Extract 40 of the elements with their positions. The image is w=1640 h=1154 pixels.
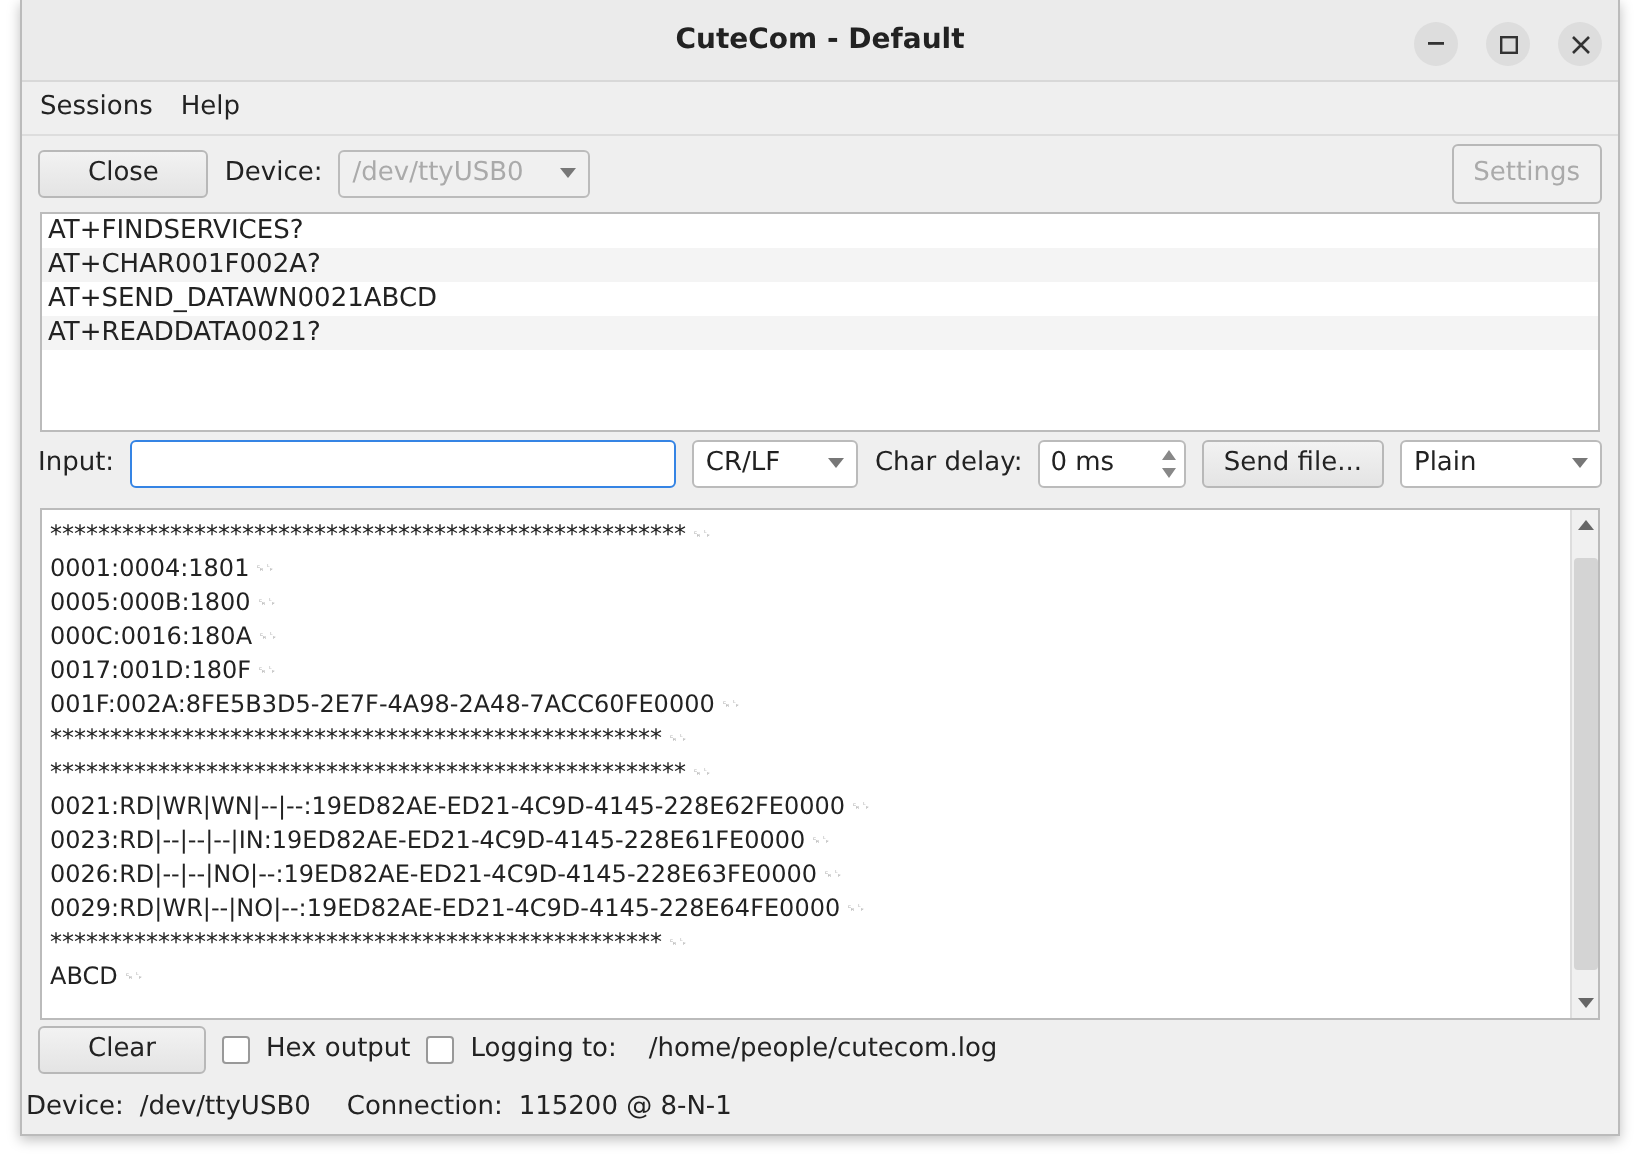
char-delay-label: Char delay:	[874, 446, 1023, 483]
char-delay-spinbox[interactable]: 0 ms	[1038, 439, 1186, 488]
scrollbar[interactable]	[1570, 509, 1598, 1017]
checkbox-label: Logging to:	[470, 1031, 617, 1068]
close-button[interactable]: Close	[38, 149, 209, 197]
history-item[interactable]: AT+SEND_DATAWN0021ABCD	[42, 281, 1598, 315]
caret-icon	[1572, 458, 1588, 469]
format-dropdown[interactable]: Plain	[1399, 439, 1602, 488]
logging-checkbox[interactable]	[426, 1035, 455, 1063]
close-window-button[interactable]	[1558, 22, 1602, 66]
menu-item[interactable]: Help	[180, 88, 241, 127]
menu-item[interactable]: Sessions	[40, 88, 153, 127]
scroll-up-icon[interactable]	[1577, 517, 1593, 530]
history-item[interactable]: AT+READDATA0021?	[42, 315, 1598, 349]
hex-output-checkbox[interactable]	[222, 1035, 250, 1063]
caret-icon	[828, 458, 845, 469]
window-title: CuteCom - Default	[675, 21, 965, 59]
caret-icon	[560, 168, 577, 178]
minimize-icon	[1428, 42, 1444, 46]
status-label: Connection:	[346, 1089, 503, 1125]
minimize-button[interactable]	[1414, 22, 1458, 66]
status-label: Device:	[26, 1089, 124, 1125]
input-label: Input:	[38, 446, 115, 483]
device-label: Device:	[224, 155, 323, 192]
maximize-icon	[1499, 35, 1517, 53]
log-path: /home/people/cutecom.log	[648, 1031, 998, 1068]
history-item[interactable]: AT+FINDSERVICES?	[42, 213, 1598, 247]
line-ending-dropdown[interactable]: CR/LF	[691, 439, 859, 488]
send-file-button[interactable]: Send file...	[1201, 439, 1384, 488]
status-value: 115200 @ 8-N-1	[518, 1089, 732, 1125]
status-value: /dev/ttyUSB0	[139, 1089, 311, 1125]
scrollbar-thumb[interactable]	[1573, 557, 1597, 969]
spin-arrows-icon	[1159, 445, 1178, 482]
close-icon	[1571, 35, 1589, 53]
scroll-down-icon[interactable]	[1577, 997, 1593, 1009]
checkbox-label: Hex output	[266, 1031, 411, 1068]
input-field[interactable]	[130, 439, 676, 488]
clear-button[interactable]: Clear	[38, 1025, 206, 1073]
maximize-button[interactable]	[1486, 22, 1530, 66]
history-item[interactable]: AT+CHAR001F002A?	[42, 247, 1598, 281]
